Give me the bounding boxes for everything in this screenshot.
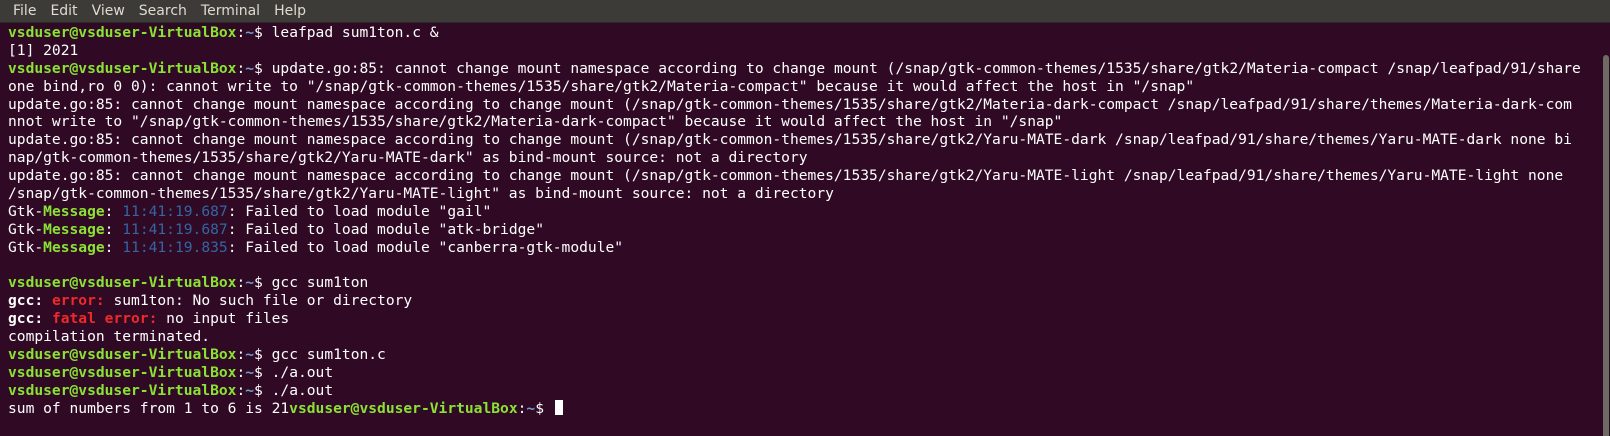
menu-search[interactable]: Search <box>132 0 194 23</box>
gtk-prefix: Gtk- <box>8 220 44 238</box>
gcc-error-kind: fatal error: <box>43 310 158 328</box>
prompt-symbol: $ <box>535 399 553 417</box>
output-text: one bind,ro 0 0): cannot write to "/snap… <box>8 77 1195 95</box>
command-text: leafpad sum1ton.c & <box>271 24 439 41</box>
output-text: /snap/gtk-common-themes/1535/share/gtk2/… <box>8 185 834 203</box>
gcc-program: gcc: <box>8 292 44 310</box>
prompt-user: vsduser@vsduser-VirtualBox <box>8 59 237 77</box>
prompt-path: ~ <box>245 59 255 77</box>
terminal-line: vsduser@vsduser-VirtualBox:~$ ./a.out <box>8 382 1602 400</box>
gtk-prefix: Gtk- <box>8 238 44 256</box>
terminal-line: vsduser@vsduser-VirtualBox:~$ gcc sum1to… <box>8 274 1602 292</box>
prompt-path: ~ <box>245 24 255 41</box>
gcc-error-text: sum1ton: No such file or directory <box>104 292 413 310</box>
terminal-line: nnot write to "/snap/gtk-common-themes/1… <box>8 113 1602 131</box>
gtk-prefix: Gtk- <box>8 202 44 220</box>
prompt-path: ~ <box>526 399 536 417</box>
output-text: nnot write to "/snap/gtk-common-themes/1… <box>8 113 1063 131</box>
program-output: sum of numbers from 1 to 6 is 21 <box>8 399 290 417</box>
prompt-user: vsduser@vsduser-VirtualBox <box>8 274 237 292</box>
gtk-separator: : <box>104 238 123 256</box>
output-text: compilation terminated. <box>8 328 211 346</box>
gcc-program: gcc: <box>8 310 44 328</box>
terminal-scrollbar[interactable] <box>1602 24 1610 436</box>
terminal-line: vsduser@vsduser-VirtualBox:~$ leafpad su… <box>8 24 1602 42</box>
command-text: gcc sum1ton.c <box>271 346 386 364</box>
gtk-message-text: : Failed to load module "canberra-gtk-mo… <box>227 238 624 256</box>
output-text: update.go:85: cannot change mount namesp… <box>8 131 1572 149</box>
terminal-line: update.go:85: cannot change mount namesp… <box>8 167 1602 185</box>
prompt-user: vsduser@vsduser-VirtualBox <box>8 363 237 381</box>
prompt-separator: : <box>236 274 246 292</box>
gtk-message-text: : Failed to load module "atk-bridge" <box>227 220 544 238</box>
terminal-line: vsduser@vsduser-VirtualBox:~$ gcc sum1to… <box>8 346 1602 364</box>
prompt-separator: : <box>236 346 246 364</box>
gtk-timestamp: 11:41:19.835 <box>122 238 228 256</box>
terminal-line: one bind,ro 0 0): cannot write to "/snap… <box>8 78 1602 96</box>
output-text: nap/gtk-common-themes/1535/share/gtk2/Ya… <box>8 149 808 167</box>
command-text: gcc sum1ton <box>271 274 369 292</box>
gtk-timestamp: 11:41:19.687 <box>122 202 228 220</box>
terminal-line: update.go:85: cannot change mount namesp… <box>8 131 1602 149</box>
terminal-line: nap/gtk-common-themes/1535/share/gtk2/Ya… <box>8 149 1602 167</box>
prompt-symbol: $ <box>254 274 272 292</box>
menu-help[interactable]: Help <box>267 0 313 23</box>
terminal-line: gcc: fatal error: no input files <box>8 310 1602 328</box>
terminal-line: vsduser@vsduser-VirtualBox:~$ update.go:… <box>8 60 1602 78</box>
output-text: [1] 2021 <box>8 41 79 59</box>
terminal-line: Gtk-Message: 11:41:19.687: Failed to loa… <box>8 221 1602 239</box>
prompt-path: ~ <box>245 346 255 364</box>
gtk-message-label: Message <box>43 238 105 256</box>
menu-terminal[interactable]: Terminal <box>194 0 267 23</box>
prompt-separator: : <box>236 24 246 41</box>
prompt-user: vsduser@vsduser-VirtualBox <box>8 346 237 364</box>
output-text: update.go:85: cannot change mount namesp… <box>8 95 1572 113</box>
terminal-output[interactable]: vsduser@vsduser-VirtualBox:~$ leafpad su… <box>0 24 1602 436</box>
prompt-separator: : <box>236 363 246 381</box>
prompt-symbol: $ <box>254 346 272 364</box>
gtk-separator: : <box>104 220 123 238</box>
gcc-error-kind: error: <box>43 292 105 310</box>
gtk-message-label: Message <box>43 220 105 238</box>
gtk-message-text: : Failed to load module "gail" <box>227 202 492 220</box>
menu-edit[interactable]: Edit <box>43 0 84 23</box>
command-text: ./a.out <box>271 381 334 399</box>
menu-view[interactable]: View <box>85 0 132 23</box>
terminal-line: compilation terminated. <box>8 328 1602 346</box>
terminal-line: update.go:85: cannot change mount namesp… <box>8 96 1602 114</box>
prompt-user: vsduser@vsduser-VirtualBox <box>8 381 237 399</box>
prompt-user: vsduser@vsduser-VirtualBox <box>289 399 518 417</box>
terminal-line: gcc: error: sum1ton: No such file or dir… <box>8 292 1602 310</box>
terminal-window: File Edit View Search Terminal Help vsdu… <box>0 0 1610 436</box>
menu-file[interactable]: File <box>6 0 43 23</box>
prompt-separator: : <box>236 59 246 77</box>
gtk-message-label: Message <box>43 202 105 220</box>
prompt-separator: : <box>236 381 246 399</box>
terminal-line: vsduser@vsduser-VirtualBox:~$ ./a.out <box>8 364 1602 382</box>
gcc-error-text: no input files <box>157 310 290 328</box>
terminal-line: Gtk-Message: 11:41:19.687: Failed to loa… <box>8 203 1602 221</box>
prompt-path: ~ <box>245 363 255 381</box>
prompt-path: ~ <box>245 274 255 292</box>
output-text: update.go:85: cannot change mount namesp… <box>8 167 1564 185</box>
command-text: update.go:85: cannot change mount namesp… <box>271 59 1581 77</box>
menu-bar: File Edit View Search Terminal Help <box>0 0 1610 23</box>
prompt-symbol: $ <box>254 381 272 399</box>
gtk-separator: : <box>104 202 123 220</box>
prompt-symbol: $ <box>254 59 272 77</box>
text-cursor <box>554 399 563 415</box>
scrollbar-thumb[interactable] <box>1603 55 1609 436</box>
terminal-line: /snap/gtk-common-themes/1535/share/gtk2/… <box>8 185 1602 203</box>
prompt-path: ~ <box>245 381 255 399</box>
terminal-line: sum of numbers from 1 to 6 is 21vsduser@… <box>8 399 1602 418</box>
prompt-user: vsduser@vsduser-VirtualBox <box>8 24 237 41</box>
prompt-symbol: $ <box>254 24 272 41</box>
command-text: ./a.out <box>271 363 334 381</box>
terminal-line: Gtk-Message: 11:41:19.835: Failed to loa… <box>8 239 1602 257</box>
prompt-symbol: $ <box>254 363 272 381</box>
terminal-line: [1] 2021 <box>8 42 1602 60</box>
gtk-timestamp: 11:41:19.687 <box>122 220 228 238</box>
